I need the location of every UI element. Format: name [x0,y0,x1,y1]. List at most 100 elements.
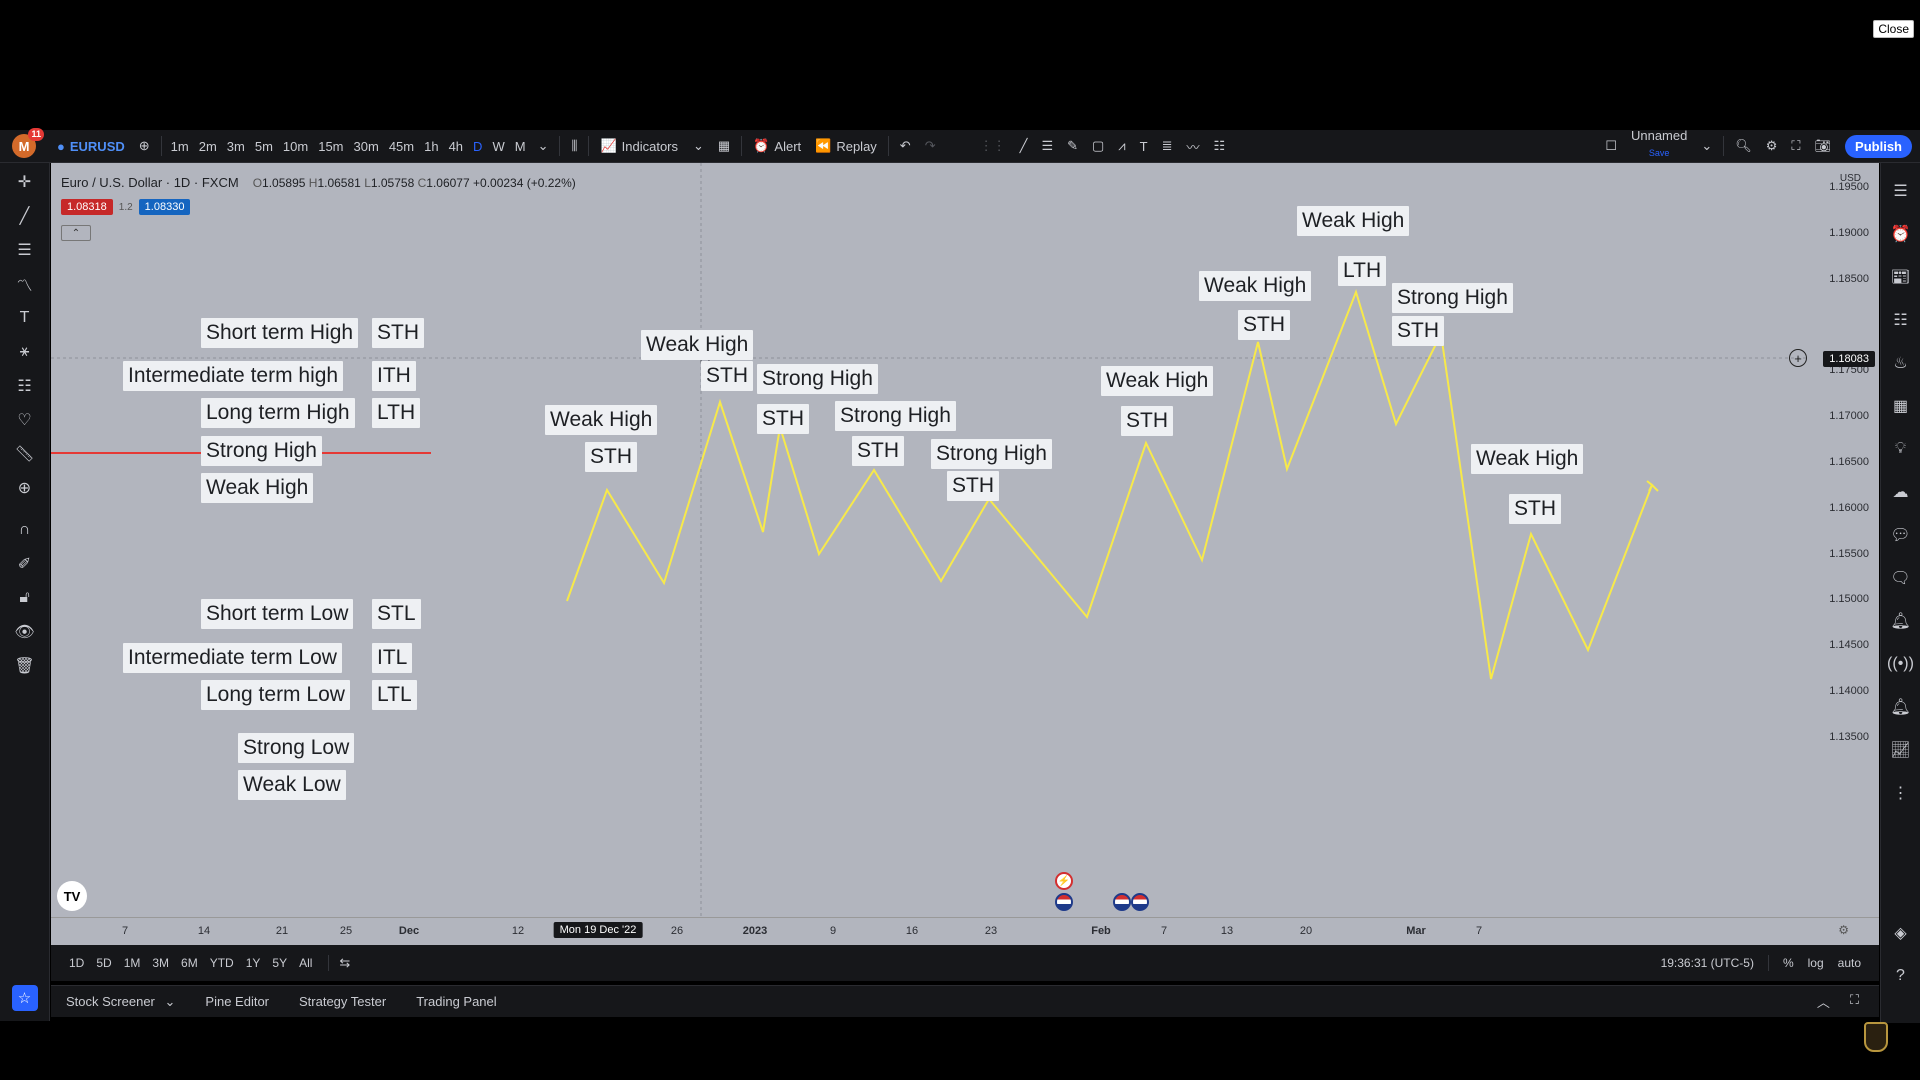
tab-trading-panel[interactable]: Trading Panel [401,994,511,1009]
timeframe-dropdown[interactable]: ⌄ [531,130,556,163]
legend-collapse-button[interactable]: ⌃ [61,225,91,241]
timeframe-15m[interactable]: 15m [313,139,348,154]
timeframe-45m[interactable]: 45m [384,139,419,154]
event-us-flag-icon[interactable] [1055,893,1073,911]
visibility-tool[interactable]: 👁︎ [10,617,40,647]
search-button[interactable]: 🔍︎ [1728,130,1759,163]
snapshot-button[interactable]: 📷︎ [1808,130,1839,163]
dom-button[interactable]: ⋮ [1886,778,1916,808]
annotation-sth[interactable]: STH [1509,494,1561,524]
annotation-weak-high[interactable]: Weak High [1101,366,1214,396]
symbol-search[interactable]: ● EURUSD [50,130,132,163]
log-toggle[interactable]: log [1808,956,1824,970]
annotation-strong-high[interactable]: Strong High [1392,283,1513,313]
horizontal-lines-tool[interactable]: ☰ [1034,130,1060,163]
add-alert-plus-icon[interactable]: + [1789,349,1807,367]
crosshair-tool[interactable]: ✛ [10,167,40,197]
annotation-strong-high[interactable]: Strong High [757,364,878,394]
timeframe-D[interactable]: D [468,139,487,154]
bell-button[interactable]: 🔔︎ [1886,692,1916,722]
annotation-sth[interactable]: STH [1121,406,1173,436]
trading-button[interactable]: 📈︎ [1886,735,1916,765]
replay-button[interactable]: ⏪ Replay [808,130,884,163]
chart-pane[interactable]: Euro / U.S. Dollar · 1D · FXCM O1.05895 … [51,163,1879,917]
chats-button[interactable]: 💬︎ [1886,520,1916,550]
timeframe-4h[interactable]: 4h [444,139,468,154]
help-button[interactable]: ? [1886,961,1916,991]
layout-name-button[interactable]: Unnamed Save [1624,129,1694,163]
range-1d[interactable]: 1D [63,956,90,970]
zoom-tool[interactable]: ⊕ [10,473,40,503]
timeframe-3m[interactable]: 3m [222,139,250,154]
tab-pine-editor[interactable]: Pine Editor [190,994,284,1009]
annotation-sth[interactable]: STH [701,361,753,391]
notes-button[interactable]: 🗨︎ [1886,563,1916,593]
tab-strategy-tester[interactable]: Strategy Tester [284,994,401,1009]
annotation-weak-high[interactable]: Weak High [641,330,754,360]
timeframe-1m[interactable]: 1m [166,139,194,154]
annotation-strong-high[interactable]: Strong High [931,439,1052,469]
time-axis[interactable]: 7 14 21 25 Dec 12 Mon 19 Dec '22 26 2023 9 16 23 Feb… [51,917,1879,945]
fullscreen-button[interactable]: ⛶ [1784,130,1807,163]
clock[interactable]: 19:36:31 (UTC-5) [1661,956,1754,970]
pattern-tool[interactable]: ⩘ [1111,130,1132,163]
compare-symbol-button[interactable]: ⊕ [132,130,157,163]
range-3m[interactable]: 3M [146,956,175,970]
horizontal-lines-tool[interactable]: ☰ [10,235,40,265]
more-tools[interactable]: ☷ [1207,130,1233,163]
range-5d[interactable]: 5D [90,956,117,970]
annotation-lth[interactable]: LTH [1338,256,1387,286]
range-6m[interactable]: 6M [175,956,204,970]
timeframe-2m[interactable]: 2m [194,139,222,154]
annotation-weak-high[interactable]: Weak High [1297,206,1410,236]
ideas-button[interactable]: 💡︎ [1886,434,1916,464]
pattern-tool[interactable]: 〽 [10,269,40,299]
fib-tool[interactable]: ≣ [1155,130,1180,163]
chart-type-button[interactable]: ⫼ [564,130,584,163]
annotation-weak-high[interactable]: Weak High [1199,271,1312,301]
price-axis[interactable]: USD 1.19500 1.19000 1.18500 1.17500 1.17000 1… [1809,163,1879,917]
tab-stock-screener[interactable]: Stock Screener ⌄ [51,994,190,1010]
axis-settings-icon[interactable]: ⚙ [1838,923,1849,937]
range-all[interactable]: All [293,956,318,970]
favorites-star-button[interactable]: ☆ [11,985,38,1011]
annotation-weak-high[interactable]: Weak High [545,405,658,435]
event-us-flag-icon[interactable] [1113,893,1131,911]
tradingview-logo[interactable]: TV [57,881,87,911]
trend-line-tool[interactable]: ╱ [10,201,40,231]
drag-handle[interactable]: ⋮⋮ [973,130,1013,163]
undo-button[interactable]: ↶ [893,130,918,163]
annotation-sth[interactable]: STH [1238,310,1290,340]
lock-tool[interactable]: 🔓︎ [10,583,40,613]
text-tool[interactable]: T [10,303,40,333]
calendar-button[interactable]: ▦ [1886,391,1916,421]
broadcast-button[interactable]: ((•)) [1886,649,1916,679]
streams-button[interactable]: ☁ [1886,477,1916,507]
event-us-flag-icon[interactable] [1131,893,1149,911]
node-tool[interactable]: ⚹ [10,337,40,367]
timeframe-M[interactable]: M [510,139,531,154]
indicators-button[interactable]: 📈 Indicators ⌄ [593,130,710,163]
delete-tool[interactable]: 🗑︎ [10,651,40,681]
annotation-sth[interactable]: STH [1392,316,1444,346]
annotation-sth[interactable]: STH [757,404,809,434]
settings-button[interactable]: ⚙ [1759,130,1785,163]
brush-tool[interactable]: ✎ [1060,130,1085,163]
symbol-title[interactable]: Euro / U.S. Dollar · 1D · FXCM [61,175,239,190]
timeframe-10m[interactable]: 10m [278,139,313,154]
publish-button[interactable]: Publish [1845,134,1912,158]
measure-list-tool[interactable]: ☷ [10,371,40,401]
magnet-tool[interactable]: ∩ [10,515,40,545]
notifications-button[interactable]: 🔔︎ [1886,606,1916,636]
rectangle-tool[interactable]: ▢ [1085,130,1111,163]
favorites-tool[interactable]: ♡ [10,405,40,435]
timeframe-1h[interactable]: 1h [419,139,443,154]
layers-button[interactable]: ◈ [1886,918,1916,948]
redo-button[interactable]: ↷ [918,130,943,163]
range-ytd[interactable]: YTD [204,956,240,970]
chevron-up-icon[interactable]: ︿ [1817,992,1830,1011]
timeframe-30m[interactable]: 30m [349,139,384,154]
percent-toggle[interactable]: % [1783,956,1794,970]
annotation-sth[interactable]: STH [585,442,637,472]
event-lightning-icon[interactable]: ⚡ [1055,872,1073,890]
